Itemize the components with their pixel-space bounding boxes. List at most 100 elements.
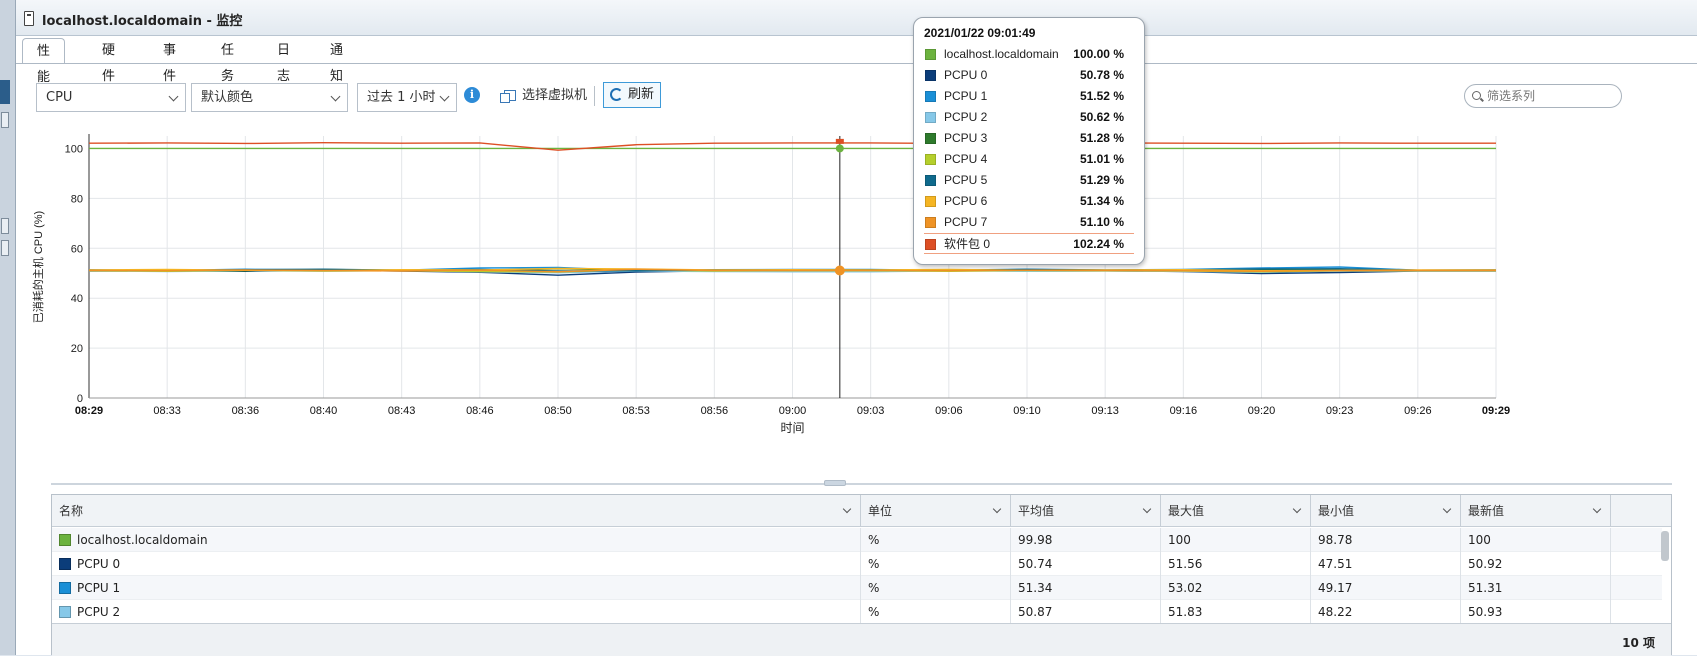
- x-tick-label: 08:43: [388, 405, 416, 417]
- tab-tasks[interactable]: 任务: [207, 38, 248, 84]
- table-cell-unit: %: [861, 528, 1011, 552]
- column-header-max[interactable]: 最大值: [1161, 495, 1311, 527]
- table-cell-name: localhost.localdomain: [52, 528, 861, 552]
- tab-logs[interactable]: 日志: [263, 38, 304, 84]
- table-cell-text: 51.31: [1468, 581, 1503, 595]
- tooltip-rows: localhost.localdomain 100.00 % PCPU 0 50.78…: [924, 44, 1134, 254]
- pane-splitter[interactable]: [51, 480, 1672, 486]
- table-cell-name: PCPU 1: [52, 576, 861, 600]
- series-swatch: [925, 49, 936, 60]
- series-swatch: [925, 133, 936, 144]
- table-row[interactable]: PCPU 1% 51.34 53.02 49.17 51.31: [52, 576, 1662, 600]
- column-header-unit[interactable]: 单位: [861, 495, 1011, 527]
- column-header-latest[interactable]: 最新值: [1461, 495, 1611, 527]
- x-tick-label: 08:53: [622, 405, 650, 417]
- select-vm-label: 选择虚拟机: [522, 88, 588, 103]
- table-cell-avg: 51.34: [1011, 576, 1161, 600]
- table-cell-unit: %: [861, 552, 1011, 576]
- series-swatch: [925, 112, 936, 123]
- time-range-value: 过去 1 小时: [367, 90, 436, 105]
- monitor-window: localhost.localdomain - 监控 性能 硬件 事件 任务 日…: [15, 0, 1697, 656]
- y-tick-label: 0: [77, 393, 83, 405]
- series-swatch: [59, 582, 71, 594]
- x-tick-label: 09:16: [1170, 405, 1198, 417]
- series-swatch: [925, 196, 936, 207]
- table-cell-text: 50.92: [1468, 557, 1503, 571]
- tooltip-row: PCPU 2 50.62 %: [924, 107, 1134, 128]
- x-tick-label: 09:29: [1482, 405, 1510, 417]
- table-scrollbar[interactable]: [1661, 529, 1669, 619]
- background-window-control: [1, 240, 9, 256]
- table-cell-avg: 99.98: [1011, 528, 1161, 552]
- chevron-down-icon: [1142, 504, 1152, 514]
- x-axis-label: 时间: [780, 421, 804, 435]
- select-vm-button[interactable]: 选择虚拟机: [500, 85, 588, 107]
- metric-select[interactable]: CPU: [36, 83, 186, 112]
- device-icon: [24, 11, 34, 26]
- table-cell-text: 100: [1168, 533, 1191, 547]
- column-header-label: 最小值: [1318, 504, 1355, 518]
- tooltip-series-value: 51.52 %: [1079, 89, 1124, 103]
- table-cell-avg: 50.87: [1011, 600, 1161, 624]
- column-header-min[interactable]: 最小值: [1311, 495, 1461, 527]
- chevron-down-icon: [842, 504, 852, 514]
- tooltip-series-name: PCPU 2: [944, 110, 988, 124]
- tab-performance[interactable]: 性能: [22, 38, 66, 85]
- series-swatch: [925, 239, 936, 250]
- time-range-select[interactable]: 过去 1 小时: [357, 83, 457, 112]
- column-header-name[interactable]: 名称: [52, 495, 861, 527]
- tooltip-row: 软件包 0 102.24 %: [924, 233, 1134, 254]
- y-tick-label: 40: [71, 293, 83, 305]
- series-filter[interactable]: [1464, 84, 1622, 108]
- table-cell-name: PCPU 0: [52, 552, 861, 576]
- series-filter-input[interactable]: [1487, 89, 1615, 103]
- refresh-button[interactable]: 刷新: [603, 82, 662, 108]
- table-cell-unit: %: [861, 576, 1011, 600]
- table-cell-min: 48.22: [1311, 600, 1461, 624]
- tooltip-row: PCPU 7 51.10 %: [924, 212, 1134, 233]
- tooltip-row: PCPU 5 51.29 %: [924, 170, 1134, 191]
- x-tick-label: 09:03: [857, 405, 885, 417]
- chart-tooltip: 2021/01/22 09:01:49 localhost.localdomai…: [913, 17, 1145, 265]
- x-tick-label: 09:23: [1326, 405, 1354, 417]
- chevron-down-icon: [168, 91, 179, 102]
- tooltip-series-name: PCPU 4: [944, 152, 988, 166]
- series-swatch: [925, 217, 936, 228]
- column-header-label: 名称: [59, 504, 84, 518]
- tab-events[interactable]: 事件: [149, 38, 190, 84]
- table-cell-text: 49.17: [1318, 581, 1353, 595]
- x-tick-label: 09:26: [1404, 405, 1432, 417]
- series-swatch: [925, 154, 936, 165]
- color-scheme-select[interactable]: 默认颜色: [191, 83, 348, 112]
- table-cell-text: 47.51: [1318, 557, 1353, 571]
- table-row[interactable]: PCPU 2% 50.87 51.83 48.22 50.93: [52, 600, 1662, 624]
- chevron-down-icon: [1442, 504, 1452, 514]
- table-row[interactable]: PCPU 0% 50.74 51.56 47.51 50.92: [52, 552, 1662, 576]
- tooltip-row: PCPU 1 51.52 %: [924, 86, 1134, 107]
- chevron-down-icon: [1592, 504, 1602, 514]
- tab-hardware[interactable]: 硬件: [88, 38, 129, 84]
- tooltip-series-name: PCPU 7: [944, 215, 988, 229]
- table-cell-max: 100: [1161, 528, 1311, 552]
- table-cell-text: 98.78: [1318, 533, 1353, 547]
- chevron-down-icon: [439, 91, 450, 102]
- tooltip-series-value: 50.78 %: [1079, 68, 1124, 82]
- background-window-control: [1, 218, 9, 234]
- hover-point: [835, 144, 844, 153]
- table-cell-text: 48.22: [1318, 605, 1353, 619]
- table-row[interactable]: localhost.localdomain% 99.98 100 98.78 100: [52, 528, 1662, 552]
- table-cell-avg: 50.74: [1011, 552, 1161, 576]
- background-window-strip: [0, 0, 15, 655]
- scrollbar-thumb[interactable]: [1661, 531, 1669, 561]
- toolbar-separator: [594, 86, 595, 106]
- tab-notifications[interactable]: 通知: [316, 38, 357, 84]
- table-cell-text: %: [868, 581, 880, 595]
- info-icon[interactable]: i: [464, 87, 480, 103]
- x-tick-label: 09:10: [1013, 405, 1041, 417]
- table-cell-text: %: [868, 605, 880, 619]
- table-cell-text: 100: [1468, 533, 1491, 547]
- splitter-handle[interactable]: [824, 480, 846, 486]
- column-header-label: 最大值: [1168, 504, 1205, 518]
- column-header-average[interactable]: 平均值: [1011, 495, 1161, 527]
- x-tick-label: 09:06: [935, 405, 963, 417]
